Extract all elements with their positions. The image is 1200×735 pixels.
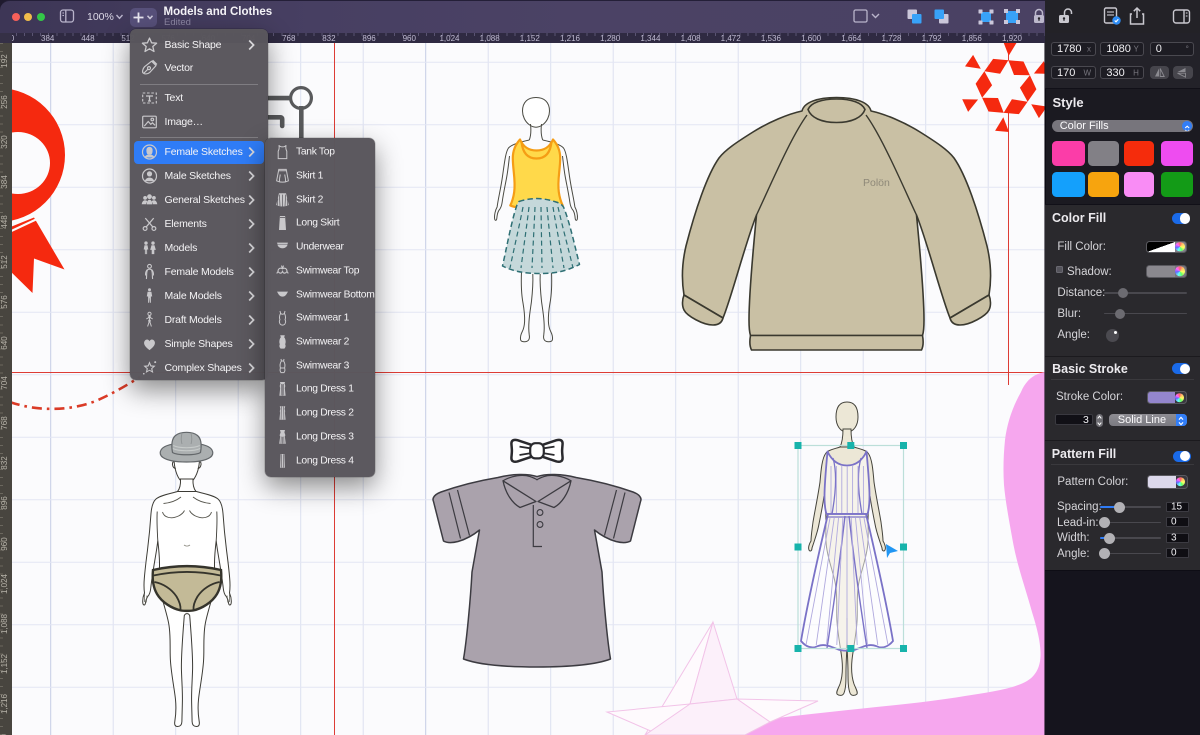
svg-text:Polön: Polön: [863, 177, 890, 189]
